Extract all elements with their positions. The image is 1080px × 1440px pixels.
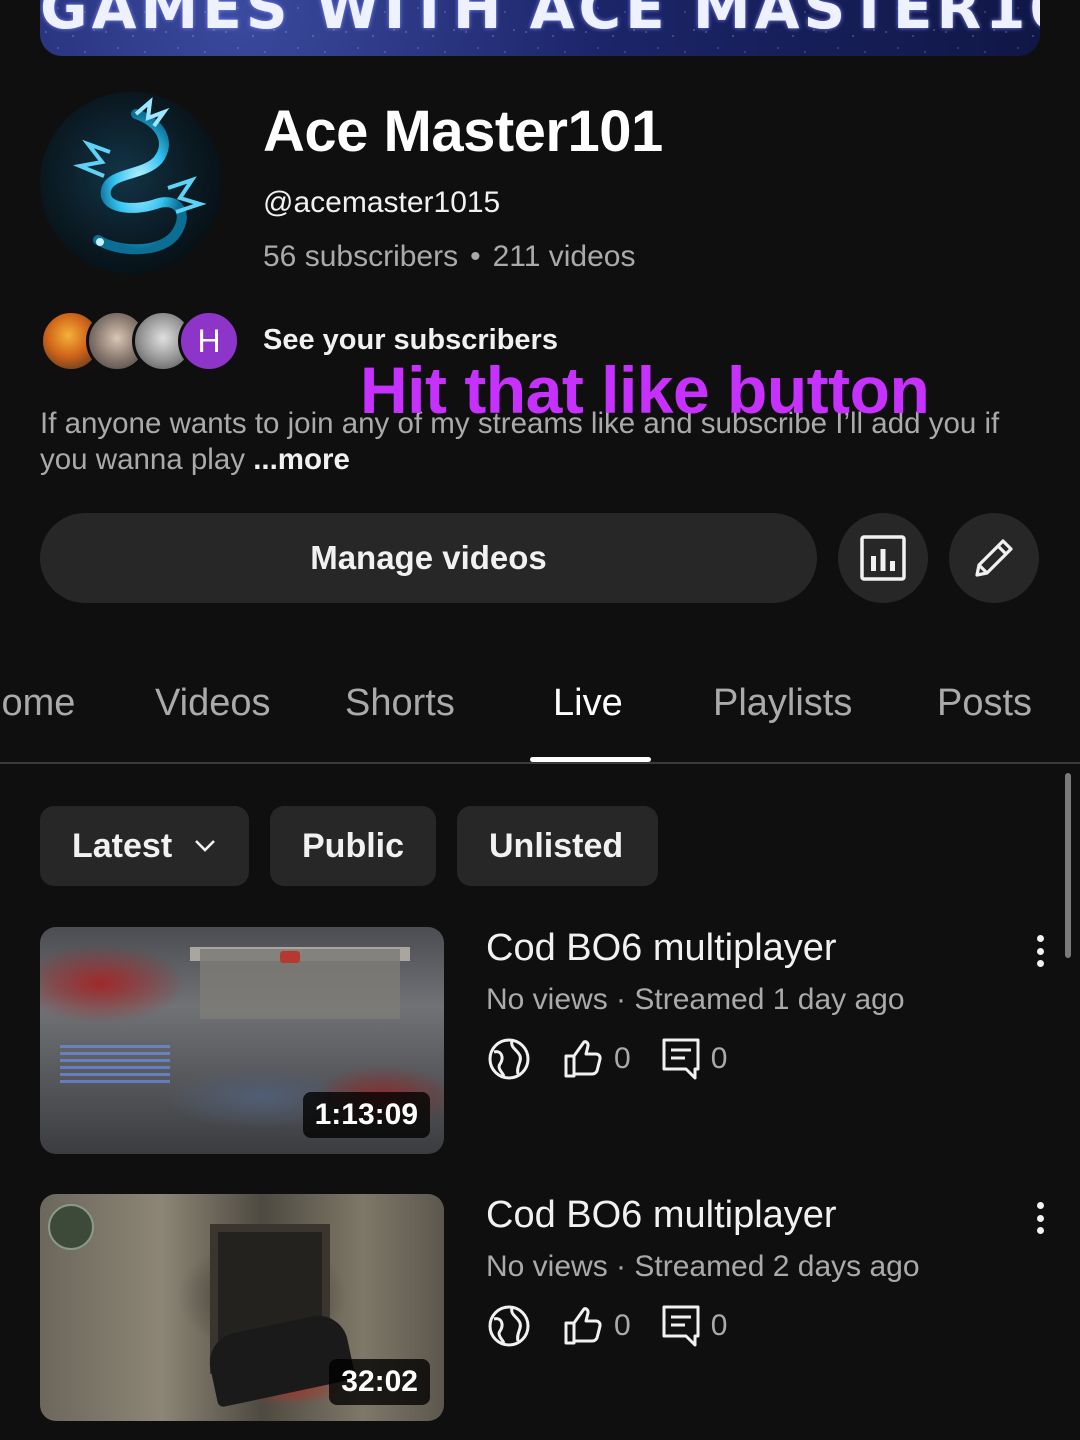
more-options-icon[interactable] [1026,1198,1054,1238]
tab-live[interactable]: Live [553,682,623,725]
tab-playlists[interactable]: Playlists [713,682,852,725]
filter-public-chip[interactable]: Public [270,806,436,886]
tab-videos[interactable]: Videos [155,682,271,725]
video-title[interactable]: Cod BO6 multiplayer [486,1194,837,1237]
comment-icon [661,1304,701,1348]
channel-tabs: Home Videos Shorts Live Playlists Posts [0,660,1080,764]
video-row[interactable]: 1:13:09 Cod BO6 multiplayer No views · S… [0,927,1080,1157]
thumbs-up-icon [562,1038,604,1080]
sort-latest-label: Latest [72,826,173,865]
video-row[interactable]: 32:02 Cod BO6 multiplayer No views · Str… [0,1194,1080,1424]
globe-icon [486,1303,532,1349]
more-options-icon[interactable] [1026,931,1054,971]
banner-text: GAMES WITH ACE MASTER10 [40,0,1040,42]
like-count: 0 [614,1042,631,1075]
thumbnail-detail [280,951,300,963]
globe-icon [486,1036,532,1082]
tab-posts[interactable]: Posts [937,682,1032,725]
video-stats: 0 0 [486,1302,727,1350]
comment-count: 0 [710,1309,728,1342]
subscriber-avatar-initial: H [178,310,240,372]
tab-home[interactable]: Home [0,682,75,725]
comment-count: 0 [710,1042,728,1075]
thumbnail-detail [60,1045,170,1085]
video-thumbnail[interactable]: 32:02 [40,1194,444,1421]
video-meta: No views · Streamed 2 days ago [486,1250,920,1283]
manage-videos-button[interactable]: Manage videos [40,513,817,603]
channel-banner: GAMES WITH ACE MASTER10 [40,0,1040,56]
channel-name: Ace Master101 [263,99,663,164]
video-meta: No views · Streamed 1 day ago [486,983,905,1016]
like-count: 0 [614,1309,631,1342]
channel-avatar[interactable] [40,92,222,274]
video-title[interactable]: Cod BO6 multiplayer [486,927,837,970]
stats-separator: • [470,240,481,273]
comment-icon [661,1037,701,1081]
thumbnail-detail [48,1204,94,1250]
subscriber-count: 56 subscribers [263,240,459,273]
sort-latest-chip[interactable]: Latest [40,806,249,886]
analytics-icon [860,535,906,581]
tab-shorts[interactable]: Shorts [345,682,455,725]
dragon-logo-icon [72,97,207,255]
channel-handle: @acemaster1015 [263,186,501,219]
video-duration: 1:13:09 [302,1092,430,1138]
analytics-button[interactable] [838,513,928,603]
video-duration: 32:02 [329,1359,430,1405]
thumbs-up-icon [562,1305,604,1347]
pencil-icon [975,539,1013,577]
description-more-link[interactable]: ...more [253,443,350,476]
filter-unlisted-chip[interactable]: Unlisted [457,806,658,886]
subscriber-avatars[interactable]: H [40,310,240,372]
video-stats: 0 0 [486,1035,727,1083]
active-tab-indicator [530,757,651,762]
video-thumbnail[interactable]: 1:13:09 [40,927,444,1154]
thumbnail-detail [200,949,400,1019]
chevron-down-icon [194,839,216,853]
video-count: 211 videos [492,240,636,273]
edit-channel-button[interactable] [949,513,1039,603]
overlay-caption: Hit that like button [360,353,930,427]
channel-stats: 56 subscribers • 211 videos [263,240,636,274]
